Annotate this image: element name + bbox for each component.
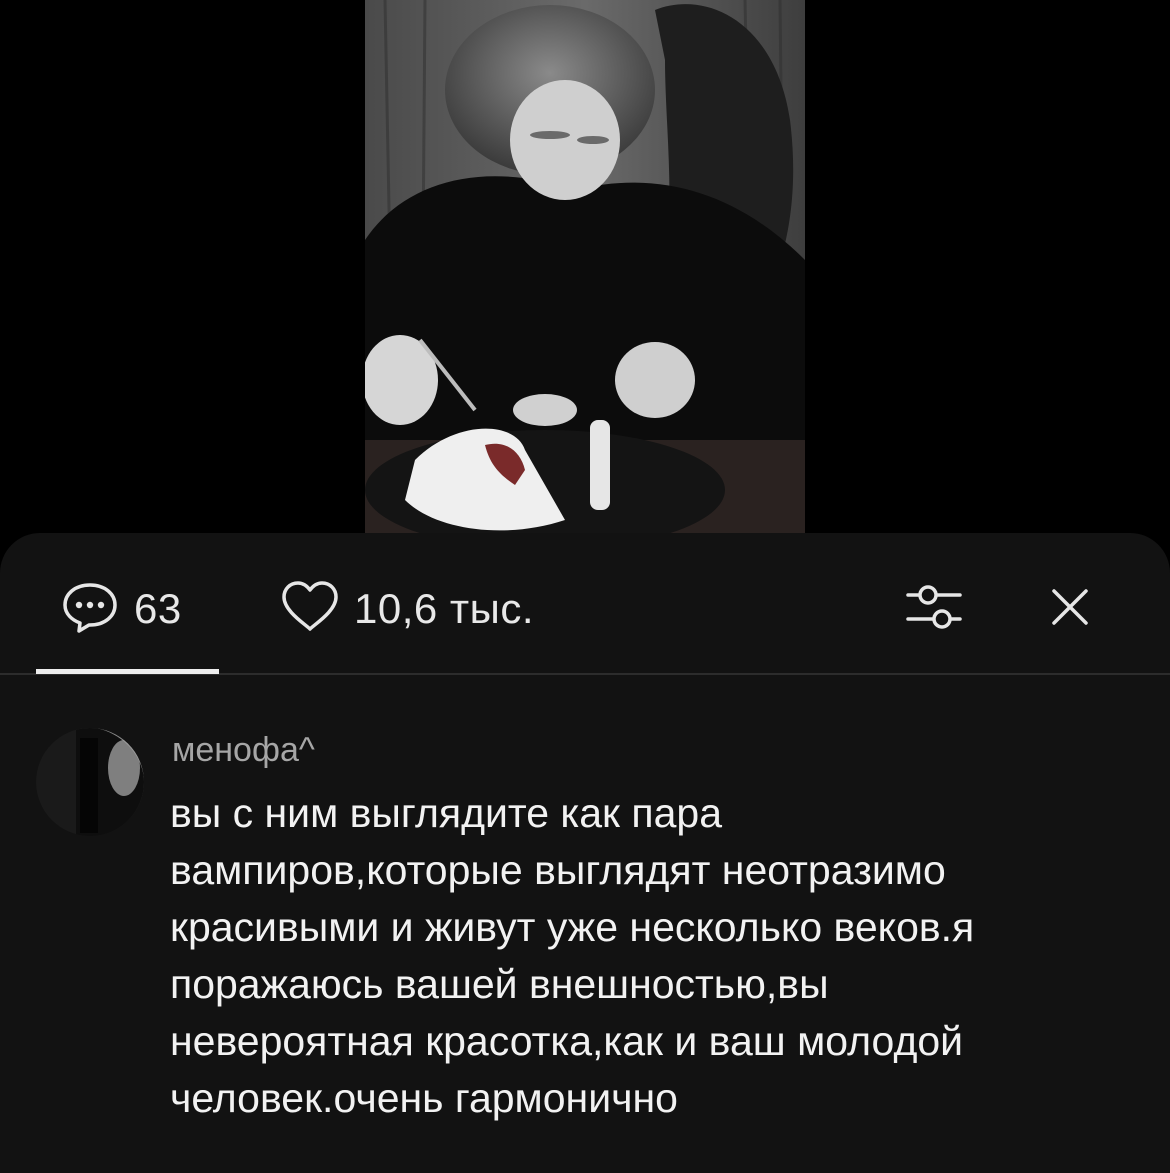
filter-button[interactable] [904,581,964,637]
active-tab-indicator [36,669,219,674]
heart-icon [280,579,340,640]
filter-sliders-icon [904,579,964,640]
comment-bubble-icon [60,579,120,640]
likes-count: 10,6 тыс. [354,585,535,632]
avatar[interactable] [36,728,144,836]
comments-sheet: 63 10,6 тыс. менофа^ вы с ним выглядите … [0,533,1170,1173]
comment-author[interactable]: менофа^ [172,731,315,770]
video-photo [365,0,805,535]
tab-comments[interactable]: 63 [60,581,182,637]
comments-count: 63 [134,585,182,632]
video-frame[interactable] [365,0,805,535]
comment-text: вы с ним выглядите как пара вампиров,кот… [170,790,975,1121]
tab-bar: 63 10,6 тыс. [0,533,1170,675]
tab-likes[interactable]: 10,6 тыс. [280,579,535,640]
video-area[interactable] [0,0,1170,560]
close-icon [1042,579,1098,640]
close-button[interactable] [1040,581,1100,637]
